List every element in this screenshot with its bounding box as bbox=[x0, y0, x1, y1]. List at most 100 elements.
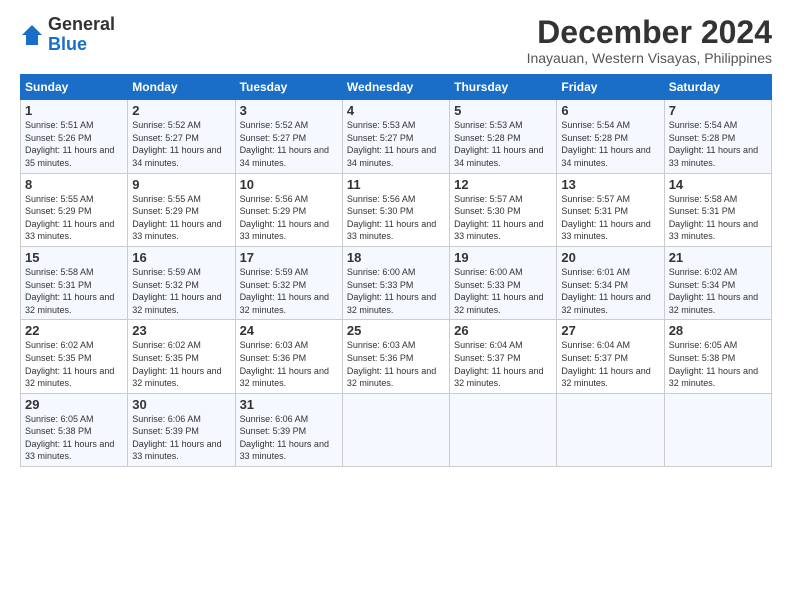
calendar-cell: 29Sunrise: 6:05 AMSunset: 5:38 PMDayligh… bbox=[21, 393, 128, 466]
calendar-cell: 20Sunrise: 6:01 AMSunset: 5:34 PMDayligh… bbox=[557, 246, 664, 319]
calendar-cell: 15Sunrise: 5:58 AMSunset: 5:31 PMDayligh… bbox=[21, 246, 128, 319]
day-number: 26 bbox=[454, 323, 552, 338]
day-number: 7 bbox=[669, 103, 767, 118]
day-number: 31 bbox=[240, 397, 338, 412]
day-number: 10 bbox=[240, 177, 338, 192]
day-detail: Sunrise: 5:56 AMSunset: 5:30 PMDaylight:… bbox=[347, 193, 445, 243]
col-header-saturday: Saturday bbox=[664, 75, 771, 100]
week-row-1: 1Sunrise: 5:51 AMSunset: 5:26 PMDaylight… bbox=[21, 100, 772, 173]
day-number: 28 bbox=[669, 323, 767, 338]
logo-text: General Blue bbox=[48, 15, 115, 55]
day-number: 29 bbox=[25, 397, 123, 412]
calendar-cell: 30Sunrise: 6:06 AMSunset: 5:39 PMDayligh… bbox=[128, 393, 235, 466]
calendar-cell: 1Sunrise: 5:51 AMSunset: 5:26 PMDaylight… bbox=[21, 100, 128, 173]
calendar-table: SundayMondayTuesdayWednesdayThursdayFrid… bbox=[20, 74, 772, 467]
day-detail: Sunrise: 6:02 AMSunset: 5:34 PMDaylight:… bbox=[669, 266, 767, 316]
calendar-cell bbox=[664, 393, 771, 466]
day-detail: Sunrise: 5:54 AMSunset: 5:28 PMDaylight:… bbox=[561, 119, 659, 169]
calendar-cell: 4Sunrise: 5:53 AMSunset: 5:27 PMDaylight… bbox=[342, 100, 449, 173]
logo-icon bbox=[20, 23, 44, 47]
week-row-5: 29Sunrise: 6:05 AMSunset: 5:38 PMDayligh… bbox=[21, 393, 772, 466]
calendar-cell: 2Sunrise: 5:52 AMSunset: 5:27 PMDaylight… bbox=[128, 100, 235, 173]
col-header-friday: Friday bbox=[557, 75, 664, 100]
day-number: 4 bbox=[347, 103, 445, 118]
day-detail: Sunrise: 6:03 AMSunset: 5:36 PMDaylight:… bbox=[240, 339, 338, 389]
calendar-cell: 10Sunrise: 5:56 AMSunset: 5:29 PMDayligh… bbox=[235, 173, 342, 246]
calendar-cell: 14Sunrise: 5:58 AMSunset: 5:31 PMDayligh… bbox=[664, 173, 771, 246]
calendar-cell: 16Sunrise: 5:59 AMSunset: 5:32 PMDayligh… bbox=[128, 246, 235, 319]
calendar-cell: 3Sunrise: 5:52 AMSunset: 5:27 PMDaylight… bbox=[235, 100, 342, 173]
day-number: 15 bbox=[25, 250, 123, 265]
calendar-cell: 17Sunrise: 5:59 AMSunset: 5:32 PMDayligh… bbox=[235, 246, 342, 319]
day-number: 20 bbox=[561, 250, 659, 265]
day-detail: Sunrise: 5:57 AMSunset: 5:30 PMDaylight:… bbox=[454, 193, 552, 243]
location-subtitle: Inayauan, Western Visayas, Philippines bbox=[527, 50, 772, 66]
calendar-cell: 24Sunrise: 6:03 AMSunset: 5:36 PMDayligh… bbox=[235, 320, 342, 393]
calendar-cell: 18Sunrise: 6:00 AMSunset: 5:33 PMDayligh… bbox=[342, 246, 449, 319]
calendar-cell: 5Sunrise: 5:53 AMSunset: 5:28 PMDaylight… bbox=[450, 100, 557, 173]
day-number: 13 bbox=[561, 177, 659, 192]
day-detail: Sunrise: 6:06 AMSunset: 5:39 PMDaylight:… bbox=[132, 413, 230, 463]
calendar-cell: 8Sunrise: 5:55 AMSunset: 5:29 PMDaylight… bbox=[21, 173, 128, 246]
calendar-cell: 28Sunrise: 6:05 AMSunset: 5:38 PMDayligh… bbox=[664, 320, 771, 393]
day-detail: Sunrise: 6:05 AMSunset: 5:38 PMDaylight:… bbox=[669, 339, 767, 389]
day-number: 3 bbox=[240, 103, 338, 118]
calendar-cell: 19Sunrise: 6:00 AMSunset: 5:33 PMDayligh… bbox=[450, 246, 557, 319]
day-detail: Sunrise: 6:05 AMSunset: 5:38 PMDaylight:… bbox=[25, 413, 123, 463]
day-detail: Sunrise: 5:53 AMSunset: 5:28 PMDaylight:… bbox=[454, 119, 552, 169]
day-detail: Sunrise: 5:58 AMSunset: 5:31 PMDaylight:… bbox=[669, 193, 767, 243]
day-detail: Sunrise: 6:02 AMSunset: 5:35 PMDaylight:… bbox=[25, 339, 123, 389]
day-number: 22 bbox=[25, 323, 123, 338]
day-detail: Sunrise: 6:00 AMSunset: 5:33 PMDaylight:… bbox=[454, 266, 552, 316]
header-row: SundayMondayTuesdayWednesdayThursdayFrid… bbox=[21, 75, 772, 100]
day-number: 6 bbox=[561, 103, 659, 118]
col-header-monday: Monday bbox=[128, 75, 235, 100]
day-number: 14 bbox=[669, 177, 767, 192]
day-number: 21 bbox=[669, 250, 767, 265]
day-number: 11 bbox=[347, 177, 445, 192]
calendar-cell: 27Sunrise: 6:04 AMSunset: 5:37 PMDayligh… bbox=[557, 320, 664, 393]
day-number: 5 bbox=[454, 103, 552, 118]
day-number: 23 bbox=[132, 323, 230, 338]
day-number: 16 bbox=[132, 250, 230, 265]
day-detail: Sunrise: 6:00 AMSunset: 5:33 PMDaylight:… bbox=[347, 266, 445, 316]
logo-blue: Blue bbox=[48, 35, 115, 55]
calendar-cell: 25Sunrise: 6:03 AMSunset: 5:36 PMDayligh… bbox=[342, 320, 449, 393]
calendar-cell bbox=[342, 393, 449, 466]
day-number: 27 bbox=[561, 323, 659, 338]
calendar-cell: 21Sunrise: 6:02 AMSunset: 5:34 PMDayligh… bbox=[664, 246, 771, 319]
day-number: 30 bbox=[132, 397, 230, 412]
day-detail: Sunrise: 5:54 AMSunset: 5:28 PMDaylight:… bbox=[669, 119, 767, 169]
calendar-cell: 22Sunrise: 6:02 AMSunset: 5:35 PMDayligh… bbox=[21, 320, 128, 393]
day-detail: Sunrise: 6:03 AMSunset: 5:36 PMDaylight:… bbox=[347, 339, 445, 389]
calendar-cell: 7Sunrise: 5:54 AMSunset: 5:28 PMDaylight… bbox=[664, 100, 771, 173]
day-number: 9 bbox=[132, 177, 230, 192]
day-detail: Sunrise: 5:55 AMSunset: 5:29 PMDaylight:… bbox=[25, 193, 123, 243]
calendar-cell: 23Sunrise: 6:02 AMSunset: 5:35 PMDayligh… bbox=[128, 320, 235, 393]
calendar-cell bbox=[557, 393, 664, 466]
logo-general: General bbox=[48, 15, 115, 35]
logo: General Blue bbox=[20, 15, 115, 55]
day-detail: Sunrise: 6:04 AMSunset: 5:37 PMDaylight:… bbox=[454, 339, 552, 389]
calendar-cell: 12Sunrise: 5:57 AMSunset: 5:30 PMDayligh… bbox=[450, 173, 557, 246]
day-detail: Sunrise: 5:51 AMSunset: 5:26 PMDaylight:… bbox=[25, 119, 123, 169]
calendar-cell: 11Sunrise: 5:56 AMSunset: 5:30 PMDayligh… bbox=[342, 173, 449, 246]
page: General Blue December 2024 Inayauan, Wes… bbox=[0, 0, 792, 612]
day-detail: Sunrise: 5:52 AMSunset: 5:27 PMDaylight:… bbox=[240, 119, 338, 169]
day-detail: Sunrise: 6:01 AMSunset: 5:34 PMDaylight:… bbox=[561, 266, 659, 316]
col-header-sunday: Sunday bbox=[21, 75, 128, 100]
day-number: 18 bbox=[347, 250, 445, 265]
calendar-cell: 13Sunrise: 5:57 AMSunset: 5:31 PMDayligh… bbox=[557, 173, 664, 246]
day-detail: Sunrise: 5:52 AMSunset: 5:27 PMDaylight:… bbox=[132, 119, 230, 169]
week-row-3: 15Sunrise: 5:58 AMSunset: 5:31 PMDayligh… bbox=[21, 246, 772, 319]
day-number: 17 bbox=[240, 250, 338, 265]
day-number: 12 bbox=[454, 177, 552, 192]
month-title: December 2024 bbox=[527, 15, 772, 50]
calendar-cell: 6Sunrise: 5:54 AMSunset: 5:28 PMDaylight… bbox=[557, 100, 664, 173]
calendar-cell: 26Sunrise: 6:04 AMSunset: 5:37 PMDayligh… bbox=[450, 320, 557, 393]
calendar-cell: 9Sunrise: 5:55 AMSunset: 5:29 PMDaylight… bbox=[128, 173, 235, 246]
col-header-tuesday: Tuesday bbox=[235, 75, 342, 100]
week-row-4: 22Sunrise: 6:02 AMSunset: 5:35 PMDayligh… bbox=[21, 320, 772, 393]
day-detail: Sunrise: 5:58 AMSunset: 5:31 PMDaylight:… bbox=[25, 266, 123, 316]
day-number: 25 bbox=[347, 323, 445, 338]
